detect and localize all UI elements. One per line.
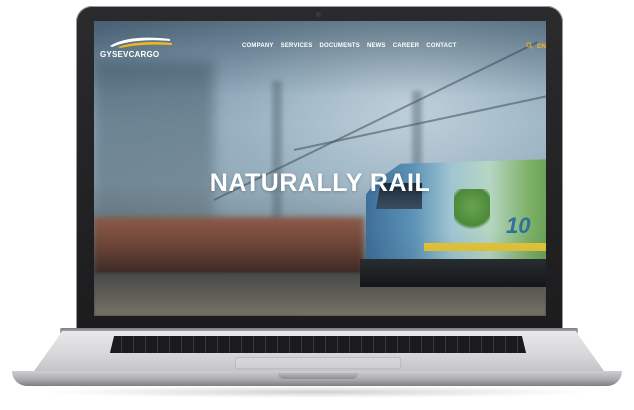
laptop-trackpad xyxy=(235,357,401,369)
top-navigation: GYSEVCARGO COMPANY SERVICES DOCUMENTS NE… xyxy=(94,21,546,73)
train-swoosh-icon xyxy=(110,37,172,48)
nav-item-services[interactable]: SERVICES xyxy=(281,43,313,49)
laptop-keyboard xyxy=(110,336,526,353)
laptop-notch xyxy=(278,373,358,379)
nav-item-contact[interactable]: CONTACT xyxy=(426,43,456,49)
search-icon[interactable] xyxy=(526,42,533,49)
nav-item-news[interactable]: NEWS xyxy=(367,43,386,49)
hero-title: NATURALLY RAIL xyxy=(209,169,431,197)
main-menu: COMPANY SERVICES DOCUMENTS NEWS CAREER C… xyxy=(242,43,457,49)
nav-item-company[interactable]: COMPANY xyxy=(242,43,274,49)
laptop-mockup: 10 GYSEVCARGO COMPANY SERVICES DOCUMENTS… xyxy=(0,0,634,410)
brand-name: GYSEVCARGO xyxy=(100,50,160,59)
camera-dot xyxy=(316,12,321,17)
brand-logo[interactable]: GYSEVCARGO xyxy=(100,33,172,63)
website-screen: 10 GYSEVCARGO COMPANY SERVICES DOCUMENTS… xyxy=(94,21,546,316)
laptop-shadow xyxy=(40,386,594,398)
nav-item-documents[interactable]: DOCUMENTS xyxy=(319,43,359,49)
nav-item-career[interactable]: CAREER xyxy=(393,43,420,49)
language-switcher[interactable]: EN xyxy=(537,43,546,50)
